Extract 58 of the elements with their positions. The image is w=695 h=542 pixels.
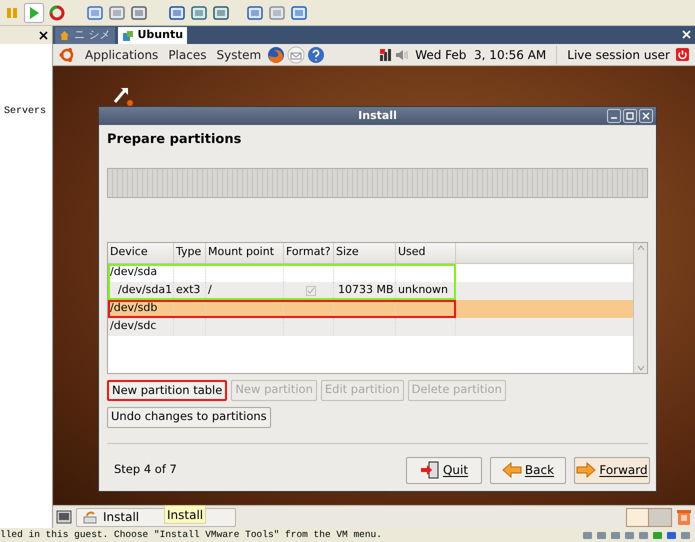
table-cell-text: /dev/sdb [110,300,158,316]
table-cell-text: /dev/sda1 [117,282,172,298]
virtual-machine-icon [122,30,134,42]
maximize-icon[interactable] [623,109,637,123]
clock[interactable]: Wed Feb 3, 10:56 AM [415,46,546,64]
refresh-icon[interactable] [48,4,66,22]
column-header[interactable]: Format? [284,242,334,262]
side-panel-text: Servers [4,106,46,117]
quit-button[interactable]: Quit [406,456,482,484]
table-cell-text: 10733 MB [337,282,394,298]
table-cell-text: /dev/sda [110,264,158,280]
column-header[interactable]: Mount point [206,242,284,262]
user-name[interactable]: Live session user [567,46,670,64]
vm-tab[interactable]: Ubuntu [118,27,188,44]
installer-icon [83,510,97,524]
show-desktop-icon[interactable] [56,509,72,525]
table-row[interactable]: /dev/sdc [108,318,633,336]
minimize-icon[interactable] [607,109,621,123]
panel-menu[interactable]: Places [168,46,206,64]
panel-menu[interactable]: System [216,46,262,64]
column-header[interactable]: Type [174,242,206,262]
workspace-switcher[interactable] [626,508,672,526]
panel-menu[interactable]: Applications [85,46,158,64]
column-header[interactable]: Size [334,242,396,262]
exit-door-icon [420,461,440,479]
home-icon [59,30,70,41]
page-heading: Prepare partitions [107,131,242,149]
ubuntu-logo-icon [59,46,75,62]
right-arrow-icon [576,462,596,478]
status-message: lled in this guest. Choose "Install VMware Tools" from the VM menu. [0,528,382,542]
trash-icon[interactable] [676,508,692,526]
network-icon[interactable] [379,48,394,62]
column-header[interactable]: Used [396,242,456,262]
step-indicator: Step 4 of 7 [114,461,177,478]
vm-tab[interactable]: ニ シメ [55,27,114,44]
scrollbar[interactable] [633,242,647,372]
forward-button[interactable]: Forward [574,456,650,484]
partition-button[interactable]: New partition table [107,380,228,400]
left-arrow-icon [502,462,522,478]
undo-button[interactable]: Undo changes to partitions [107,406,271,428]
table-row[interactable]: /dev/sda1 ext3 / 10733 MB unknown [108,282,633,300]
table-cell-text: / [208,282,212,298]
table-cell-text: unknown [398,282,448,298]
close-icon[interactable] [39,30,48,40]
tooltip: Install [164,505,206,524]
play-icon[interactable] [24,2,44,22]
dialog-title: Install [358,108,397,124]
mail-icon[interactable] [287,46,306,64]
browser-icon[interactable] [267,46,286,64]
format-checkbox[interactable] [306,286,316,296]
help-icon[interactable] [307,46,326,64]
back-button[interactable]: Back [490,456,566,484]
table-cell-text: /dev/sdc [110,318,156,334]
table-cell-text: ext3 [176,282,200,298]
scroll-up-icon[interactable] [636,244,644,250]
column-header[interactable]: Device [108,242,174,262]
scroll-down-icon[interactable] [636,364,644,370]
power-icon[interactable] [676,48,689,61]
